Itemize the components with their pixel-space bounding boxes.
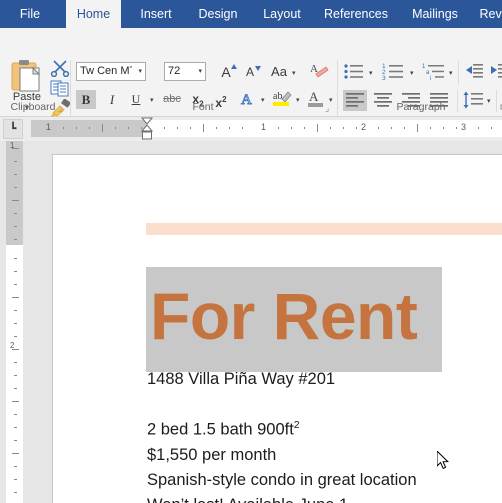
document-canvas: 1 2 For Rent 1488 Villa Piña Way #201 2 …	[0, 141, 502, 503]
tab-design[interactable]: Design	[191, 0, 245, 28]
detail-line-4: Won’t last! Available June 1	[147, 493, 417, 503]
font-size-caret[interactable]: ▾	[198, 63, 202, 80]
bullets-button[interactable]	[343, 62, 365, 81]
multilevel-list-button[interactable]: 1 a i	[422, 62, 446, 82]
tab-mailings[interactable]: Mailings	[404, 0, 466, 28]
tab-insert[interactable]: Insert	[131, 0, 181, 28]
down-triangle-icon	[255, 66, 261, 71]
tab-references[interactable]: References	[317, 0, 395, 28]
document-details[interactable]: 2 bed 1.5 bath 900ft2 $1,550 per month S…	[147, 413, 417, 503]
decrease-indent-icon	[466, 64, 483, 78]
font-name-caret[interactable]: ▾	[138, 63, 142, 80]
svg-text:3: 3	[382, 75, 386, 81]
arrow-cursor-icon	[436, 449, 449, 470]
grow-font-label: A	[221, 64, 231, 80]
numbered-list-icon: 1 2 3	[382, 63, 403, 82]
scissors-icon	[50, 60, 70, 78]
numbering-caret[interactable]: ▾	[410, 70, 414, 77]
font-name-combo[interactable]: Tw Cen MT Cc ▾	[76, 62, 146, 81]
document-address[interactable]: 1488 Villa Piña Way #201	[147, 370, 335, 389]
mouse-cursor	[436, 449, 451, 471]
tab-stop-selector[interactable]: ┗	[3, 119, 23, 139]
ruler-number: 1	[261, 122, 267, 132]
group-label-clipboard: Clipboard	[10, 101, 56, 113]
ribbon: Paste ▾ Clipboard ⌟ Tw Cen M ▾ 72 ▾ A A …	[0, 28, 502, 120]
font-name-value: Tw Cen MT Cc	[80, 65, 132, 77]
ruler-number: 3	[461, 122, 467, 132]
svg-text:i: i	[430, 76, 431, 81]
horizontal-ruler[interactable]: 1 1 2 3	[31, 120, 502, 137]
group-label-paragraph: Paragraph	[396, 101, 446, 113]
tab-layout[interactable]: Layout	[256, 0, 308, 28]
tab-home[interactable]: Home	[66, 0, 121, 28]
multilevel-list-caret[interactable]: ▾	[449, 70, 453, 77]
cut-button[interactable]	[50, 59, 72, 78]
copy-icon	[50, 80, 69, 97]
increase-indent-button[interactable]	[489, 62, 502, 81]
group-separator-1	[70, 60, 71, 120]
document-title[interactable]: For Rent	[150, 280, 418, 352]
font-dialog-launcher[interactable]: ⌟	[325, 103, 335, 113]
clear-formatting-icon: A	[310, 63, 329, 78]
document-page[interactable]: For Rent 1488 Villa Piña Way #201 2 bed …	[52, 154, 502, 503]
change-case-label: Aa	[271, 64, 287, 79]
ruler-number: 1	[46, 122, 52, 132]
group-separator-2	[337, 60, 338, 120]
tab-file[interactable]: File	[8, 0, 52, 28]
detail-line-1-text: 2 bed 1.5 bath 900ft	[147, 420, 294, 439]
decrease-indent-button[interactable]	[464, 62, 484, 81]
clipboard-dialog-launcher[interactable]: ⌟	[58, 103, 68, 113]
word-window: File Home Insert Design Layout Reference…	[0, 0, 502, 503]
shrink-font-button[interactable]: A	[240, 64, 261, 81]
tab-review[interactable]: Review	[475, 0, 502, 28]
ruler-row: ┗ 1 1 2 3	[0, 117, 502, 141]
up-triangle-icon	[231, 64, 237, 69]
detail-line-2: $1,550 per month	[147, 445, 277, 464]
detail-line-1: 2 bed 1.5 bath 900ft2	[147, 413, 417, 443]
clear-formatting-button[interactable]: A	[308, 61, 330, 81]
multilevel-list-icon: 1 a i	[422, 64, 444, 82]
font-size-value: 72	[168, 65, 181, 77]
group-label-font: Font	[192, 101, 214, 113]
ribbon-tab-strip: File Home Insert Design Layout Reference…	[0, 0, 502, 28]
ruler-number: 2	[361, 122, 367, 132]
paste-icon	[11, 60, 41, 92]
bullets-caret[interactable]: ▾	[369, 70, 373, 77]
bullet-list-icon	[344, 64, 363, 79]
numbering-button[interactable]: 1 2 3	[382, 62, 406, 82]
copy-button[interactable]	[50, 79, 72, 97]
vertical-ruler[interactable]: 1 2	[6, 141, 23, 503]
detail-line-1-sup: 2	[293, 419, 300, 431]
grow-font-button[interactable]: A	[216, 63, 237, 81]
vruler-top-margin-shade	[6, 141, 23, 245]
font-size-combo[interactable]: 72 ▾	[164, 62, 206, 81]
detail-line-3: Spanish-style condo in great location	[147, 470, 417, 489]
accent-bar	[146, 223, 502, 235]
increase-indent-icon	[491, 64, 502, 78]
group-separator-3	[458, 61, 459, 85]
change-case-button[interactable]: Aa	[268, 63, 290, 81]
indent-markers[interactable]	[140, 115, 154, 141]
indent-marker-icon	[140, 117, 154, 140]
change-case-caret[interactable]: ▾	[292, 70, 296, 77]
shrink-font-label: A	[245, 65, 254, 79]
